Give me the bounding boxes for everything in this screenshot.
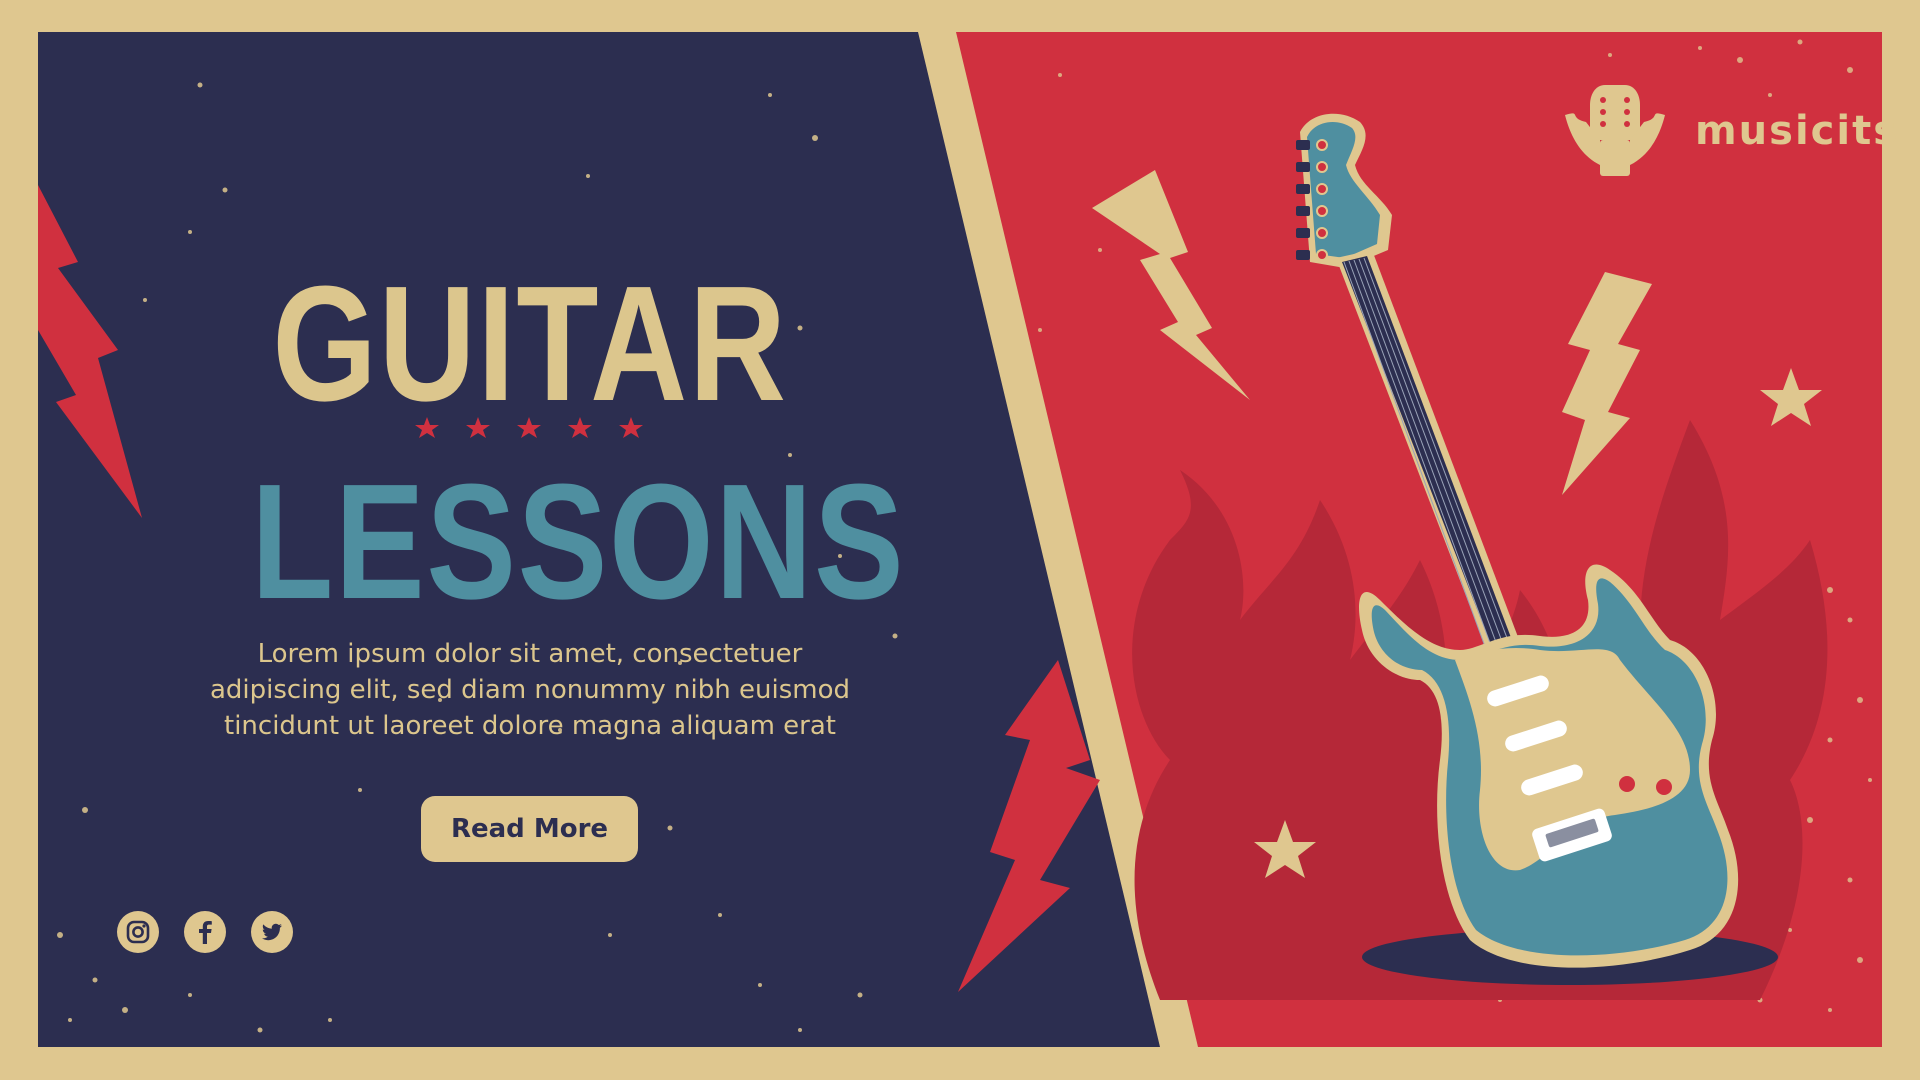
page-title-line1: GUITAR bbox=[272, 252, 788, 435]
facebook-button[interactable] bbox=[184, 911, 226, 953]
instagram-button[interactable] bbox=[117, 911, 159, 953]
description-line: tincidunt ut laoreet dolore magna aliqua… bbox=[224, 711, 836, 741]
twitter-icon bbox=[261, 923, 282, 941]
facebook-icon bbox=[199, 921, 212, 944]
brand-name: musicits bbox=[1695, 108, 1900, 154]
page-title-line2: LESSONS bbox=[251, 450, 906, 633]
description-line: adipiscing elit, sed diam nonummy nibh e… bbox=[209, 675, 850, 705]
read-more-button[interactable]: Read More bbox=[421, 796, 638, 862]
description-text: Lorem ipsum dolor sit amet, consectetuer… bbox=[150, 636, 910, 744]
twitter-button[interactable] bbox=[251, 911, 293, 953]
description-line: Lorem ipsum dolor sit amet, consectetuer bbox=[257, 639, 803, 669]
instagram-icon bbox=[126, 920, 150, 944]
